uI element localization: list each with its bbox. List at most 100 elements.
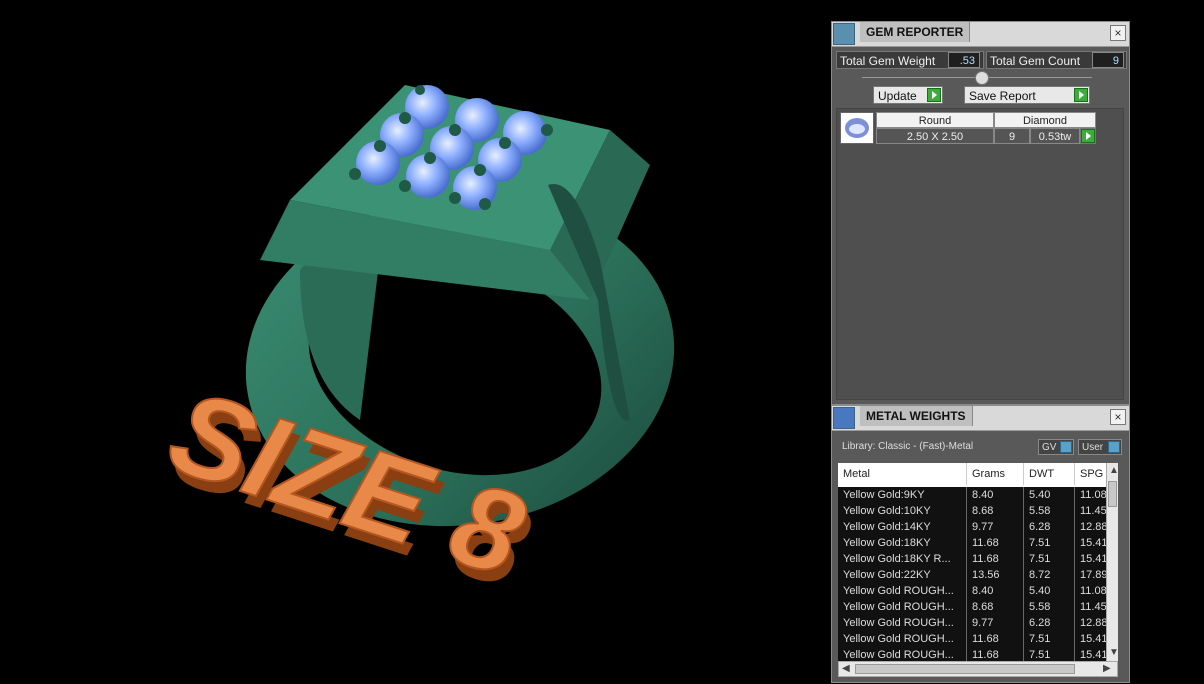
scroll-left-icon[interactable]: ◀ <box>842 663 850 675</box>
spg-value: 15.41 <box>1080 649 1108 661</box>
table-row[interactable]: Yellow Gold ROUGH... 11.68 7.51 15.41 <box>838 647 1110 661</box>
grams-value: 13.56 <box>967 567 1024 583</box>
scrollbar-thumb[interactable] <box>855 664 1075 674</box>
gem-reporter-titlebar[interactable]: GEM REPORTER × <box>832 22 1129 47</box>
horizontal-scrollbar[interactable]: ◀ ▶ <box>838 661 1118 677</box>
dwt-value: 7.51 <box>1024 647 1075 661</box>
vertical-scrollbar[interactable]: ▲ ▼ <box>1106 463 1118 661</box>
metal-name: Yellow Gold ROUGH... <box>838 599 967 615</box>
metal-name: Yellow Gold:9KY <box>838 487 967 503</box>
spg-value: 11.45 <box>1080 601 1107 613</box>
metal-weights-titlebar[interactable]: METAL WEIGHTS × <box>832 406 1129 431</box>
grams-value: 8.68 <box>967 503 1024 519</box>
gv-toggle[interactable]: GV <box>1038 439 1074 455</box>
dwt-value: 7.51 <box>1024 535 1075 551</box>
spg-value: 11.08 <box>1080 489 1107 501</box>
table-row[interactable]: Yellow Gold ROUGH... 8.68 5.58 11.45 <box>838 599 1110 616</box>
scroll-right-icon[interactable]: ▶ <box>1103 663 1111 675</box>
gem-row[interactable]: Round 2.50 X 2.50 Diamond 9 0.53tw <box>840 112 1098 148</box>
dwt-value: 6.28 <box>1024 519 1075 535</box>
column-header-metal[interactable]: Metal <box>838 463 967 485</box>
metal-name: Yellow Gold:10KY <box>838 503 967 519</box>
grams-value: 11.68 <box>967 631 1024 647</box>
metal-weights-title: METAL WEIGHTS <box>860 406 973 426</box>
table-row[interactable]: Yellow Gold ROUGH... 9.77 6.28 12.88 <box>838 615 1110 632</box>
toggle-knob-icon <box>1060 441 1072 453</box>
gem-reporter-panel: GEM REPORTER × Total Gem Weight .53 Tota… <box>831 21 1130 405</box>
total-gem-weight-value: .53 <box>948 52 980 68</box>
dwt-value: 5.58 <box>1024 503 1075 519</box>
spg-value: 17.89 <box>1080 569 1108 581</box>
metal-name: Yellow Gold ROUGH... <box>838 631 967 647</box>
ring-render: SIZE 8 SIZE 8 <box>154 85 675 614</box>
metal-weights-icon <box>833 407 855 429</box>
column-header-spg[interactable]: SPG <box>1075 463 1110 485</box>
3d-viewport[interactable]: SIZE 8 SIZE 8 <box>0 0 830 684</box>
gem-weight: 0.53tw <box>1030 128 1080 144</box>
play-icon <box>927 88 941 102</box>
metal-name: Yellow Gold:22KY <box>838 567 967 583</box>
dwt-value: 7.51 <box>1024 631 1075 647</box>
table-row[interactable]: Yellow Gold:9KY 8.40 5.40 11.08 <box>838 487 1110 504</box>
table-row[interactable]: Yellow Gold ROUGH... 11.68 7.51 15.41 <box>838 631 1110 648</box>
save-report-button-label: Save Report <box>969 89 1036 103</box>
metal-weights-panel: METAL WEIGHTS × Library: Classic - (Fast… <box>831 405 1130 683</box>
grams-value: 9.77 <box>967 519 1024 535</box>
user-toggle[interactable]: User <box>1078 439 1122 455</box>
play-icon <box>1074 88 1088 102</box>
close-icon[interactable]: × <box>1110 25 1126 41</box>
spg-value: 12.88 <box>1080 521 1108 533</box>
grams-value: 8.40 <box>967 583 1024 599</box>
round-diamond-icon <box>840 112 874 144</box>
play-icon <box>1081 129 1095 143</box>
round-diamond-icon-svg <box>845 118 869 138</box>
table-row[interactable]: Yellow Gold ROUGH... 8.40 5.40 11.08 <box>838 583 1110 600</box>
save-report-button[interactable]: Save Report <box>964 86 1090 104</box>
column-header-grams[interactable]: Grams <box>967 463 1024 485</box>
user-toggle-label: User <box>1082 442 1104 453</box>
total-gem-count-value: 9 <box>1092 52 1124 68</box>
gv-toggle-label: GV <box>1042 442 1057 453</box>
dwt-value: 6.28 <box>1024 615 1075 631</box>
dwt-value: 8.72 <box>1024 567 1075 583</box>
dwt-value: 5.58 <box>1024 599 1075 615</box>
spg-value: 11.08 <box>1080 585 1107 597</box>
scroll-up-icon[interactable]: ▲ <box>1109 465 1118 477</box>
metal-name: Yellow Gold ROUGH... <box>838 615 967 631</box>
spg-value: 15.41 <box>1080 633 1108 645</box>
spg-value: 11.45 <box>1080 505 1107 517</box>
table-row[interactable]: Yellow Gold:14KY 9.77 6.28 12.88 <box>838 519 1110 536</box>
grams-value: 8.68 <box>967 599 1024 615</box>
splitter-knob-icon[interactable] <box>975 71 989 85</box>
close-icon[interactable]: × <box>1110 409 1126 425</box>
gem-go-button[interactable] <box>1080 128 1096 144</box>
dwt-value: 5.40 <box>1024 583 1075 599</box>
scroll-down-icon[interactable]: ▼ <box>1109 647 1118 659</box>
gem-count: 9 <box>994 128 1030 144</box>
grams-value: 11.68 <box>967 551 1024 567</box>
grams-value: 8.40 <box>967 487 1024 503</box>
gem-size: 2.50 X 2.50 <box>876 128 994 144</box>
scrollbar-thumb[interactable] <box>1108 481 1117 507</box>
table-row[interactable]: Yellow Gold:18KY 11.68 7.51 15.41 <box>838 535 1110 552</box>
update-button[interactable]: Update <box>873 86 943 104</box>
grams-value: 11.68 <box>967 535 1024 551</box>
dwt-value: 5.40 <box>1024 487 1075 503</box>
gem-list-area <box>836 108 1124 400</box>
metal-name: Yellow Gold:14KY <box>838 519 967 535</box>
toggle-knob-icon <box>1108 441 1120 453</box>
table-row[interactable]: Yellow Gold:18KY R... 11.68 7.51 15.41 <box>838 551 1110 568</box>
table-header: Metal Grams DWT SPG <box>838 463 1110 485</box>
metal-name: Yellow Gold:18KY <box>838 535 967 551</box>
table-row[interactable]: Yellow Gold:22KY 13.56 8.72 17.89 <box>838 567 1110 584</box>
metal-name: Yellow Gold ROUGH... <box>838 583 967 599</box>
gem-shape: Round <box>876 112 994 128</box>
metal-weights-table: Metal Grams DWT SPG Yellow Gold:9KY 8.40… <box>838 463 1118 661</box>
library-label: Library: Classic - (Fast)-Metal <box>842 441 974 452</box>
update-button-label: Update <box>878 89 917 103</box>
table-row[interactable]: Yellow Gold:10KY 8.68 5.58 11.45 <box>838 503 1110 520</box>
grams-value: 9.77 <box>967 615 1024 631</box>
dwt-value: 7.51 <box>1024 551 1075 567</box>
gem-material: Diamond <box>994 112 1096 128</box>
column-header-dwt[interactable]: DWT <box>1024 463 1075 485</box>
